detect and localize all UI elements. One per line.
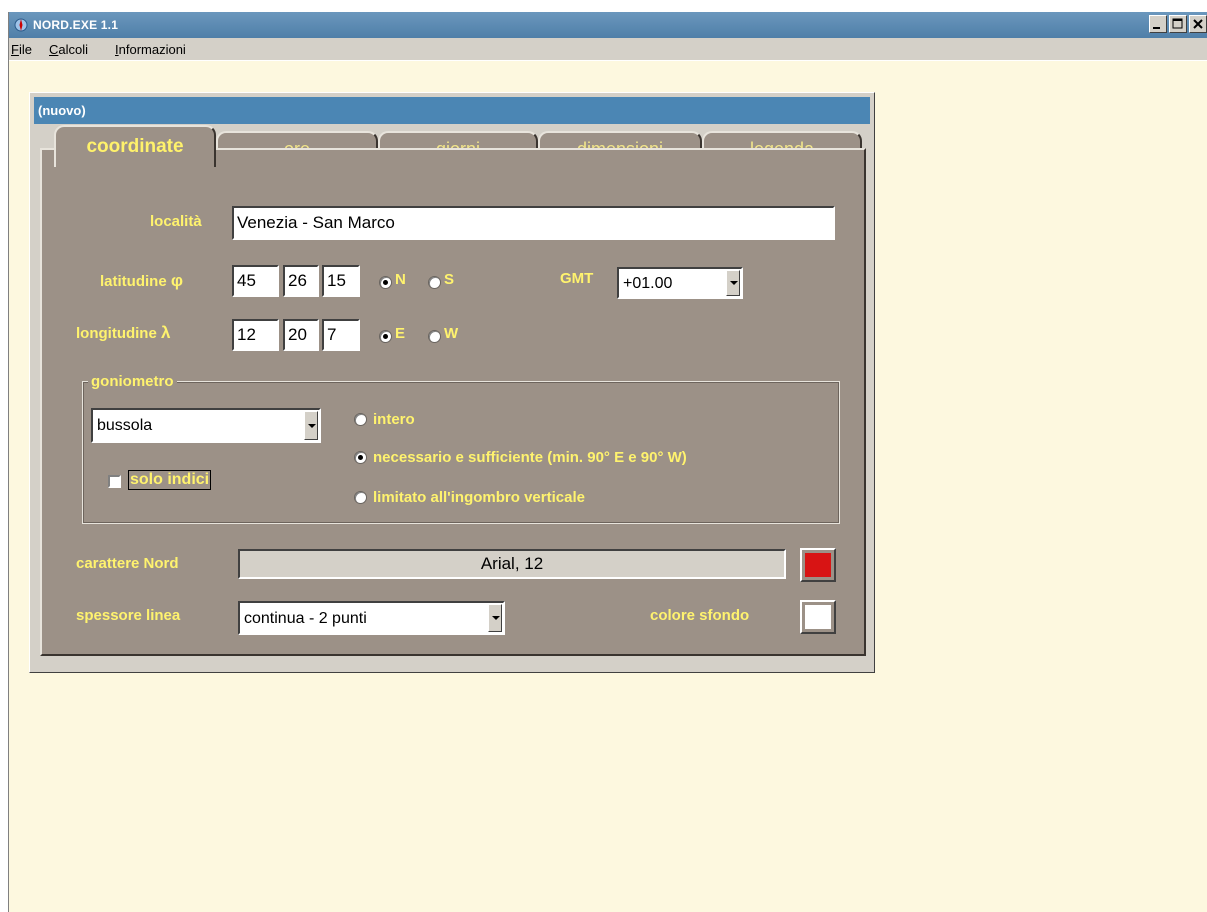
document-window: (nuovo) coordinate ore giorni dimensioni… bbox=[29, 92, 875, 673]
maximize-button[interactable] bbox=[1169, 15, 1187, 33]
menu-informazioni-label: nformazioni bbox=[118, 42, 186, 57]
chevron-down-icon[interactable] bbox=[726, 270, 740, 296]
spessore-linea-value: continua - 2 punti bbox=[244, 610, 367, 627]
colore-sfondo-label: colore sfondo bbox=[650, 607, 750, 624]
goniometro-necessario-radio[interactable] bbox=[354, 451, 367, 464]
colore-sfondo-swatch[interactable] bbox=[800, 600, 836, 634]
localita-input[interactable]: Venezia - San Marco bbox=[232, 206, 835, 240]
longitudine-text: longitudine bbox=[76, 325, 157, 342]
lambda-symbol: λ bbox=[161, 323, 171, 342]
menu-calcoli-label: alcoli bbox=[58, 42, 89, 57]
lat-degrees-input[interactable]: 45 bbox=[232, 265, 279, 297]
app-window: NORD.EXE 1.1 File Calcoli Informazioni (… bbox=[8, 12, 1207, 912]
document-title: (nuovo) bbox=[38, 103, 86, 118]
goniometro-select[interactable]: bussola bbox=[91, 408, 321, 443]
minimize-button[interactable] bbox=[1149, 15, 1167, 33]
lon-east-radio[interactable] bbox=[379, 330, 392, 343]
close-button[interactable] bbox=[1189, 15, 1207, 33]
lon-west-radio[interactable] bbox=[428, 330, 441, 343]
lon-east-label: E bbox=[395, 325, 406, 342]
app-icon bbox=[14, 18, 28, 32]
lat-seconds-input[interactable]: 15 bbox=[322, 265, 360, 297]
longitudine-label: longitudine λ bbox=[76, 323, 170, 343]
spessore-linea-label: spessore linea bbox=[76, 607, 181, 624]
spessore-linea-select[interactable]: continua - 2 punti bbox=[238, 601, 505, 635]
chevron-down-icon[interactable] bbox=[304, 411, 318, 440]
menu-bar: File Calcoli Informazioni bbox=[9, 38, 1207, 61]
lon-degrees-input[interactable]: 12 bbox=[232, 319, 279, 351]
close-icon bbox=[1193, 19, 1203, 29]
gmt-select[interactable]: +01.00 bbox=[617, 267, 743, 299]
menu-file[interactable]: File bbox=[11, 42, 32, 57]
maximize-icon bbox=[1172, 18, 1183, 29]
menu-calcoli[interactable]: Calcoli bbox=[49, 42, 88, 57]
carattere-nord-display[interactable]: Arial, 12 bbox=[238, 549, 786, 579]
app-title: NORD.EXE 1.1 bbox=[33, 18, 119, 32]
minimize-icon bbox=[1153, 27, 1160, 29]
menu-file-mnemonic: F bbox=[11, 42, 19, 57]
solo-indici-label[interactable]: solo indici bbox=[128, 470, 212, 490]
goniometro-intero-label: intero bbox=[373, 411, 415, 428]
window-controls bbox=[1149, 15, 1207, 33]
document-titlebar[interactable]: (nuovo) bbox=[34, 97, 870, 124]
lat-minutes-input[interactable]: 26 bbox=[283, 265, 319, 297]
latitudine-label: latitudine φ bbox=[100, 271, 183, 291]
carattere-color-swatch[interactable] bbox=[800, 548, 836, 582]
lat-south-label: S bbox=[444, 271, 455, 288]
lon-west-label: W bbox=[444, 325, 459, 342]
lon-seconds-input[interactable]: 7 bbox=[322, 319, 360, 351]
phi-symbol: φ bbox=[170, 271, 184, 290]
red-color-fill bbox=[805, 553, 831, 577]
lat-south-radio[interactable] bbox=[428, 276, 441, 289]
tab-coordinate[interactable]: coordinate bbox=[54, 125, 216, 167]
chevron-down-icon[interactable] bbox=[488, 604, 502, 632]
lon-minutes-input[interactable]: 20 bbox=[283, 319, 319, 351]
lat-north-label: N bbox=[395, 271, 406, 288]
app-titlebar[interactable]: NORD.EXE 1.1 bbox=[9, 12, 1207, 38]
localita-label: località bbox=[150, 213, 202, 230]
latitudine-text: latitudine bbox=[100, 273, 167, 290]
white-color-fill bbox=[805, 605, 831, 629]
menu-calcoli-mnemonic: C bbox=[49, 42, 59, 57]
menu-file-label: ile bbox=[18, 42, 32, 57]
solo-indici-checkbox[interactable] bbox=[108, 475, 121, 488]
menu-informazioni[interactable]: Informazioni bbox=[115, 42, 186, 57]
goniometro-label: goniometro bbox=[88, 373, 177, 390]
goniometro-limitato-radio[interactable] bbox=[354, 491, 367, 504]
carattere-nord-label: carattere Nord bbox=[76, 555, 179, 572]
goniometro-value: bussola bbox=[97, 417, 153, 434]
goniometro-necessario-label: necessario e sufficiente (min. 90° E e 9… bbox=[373, 449, 687, 466]
gmt-label: GMT bbox=[560, 270, 594, 287]
gmt-value: +01.00 bbox=[623, 275, 673, 292]
goniometro-intero-radio[interactable] bbox=[354, 413, 367, 426]
goniometro-limitato-label: limitato all'ingombro verticale bbox=[373, 489, 585, 506]
lat-north-radio[interactable] bbox=[379, 276, 392, 289]
